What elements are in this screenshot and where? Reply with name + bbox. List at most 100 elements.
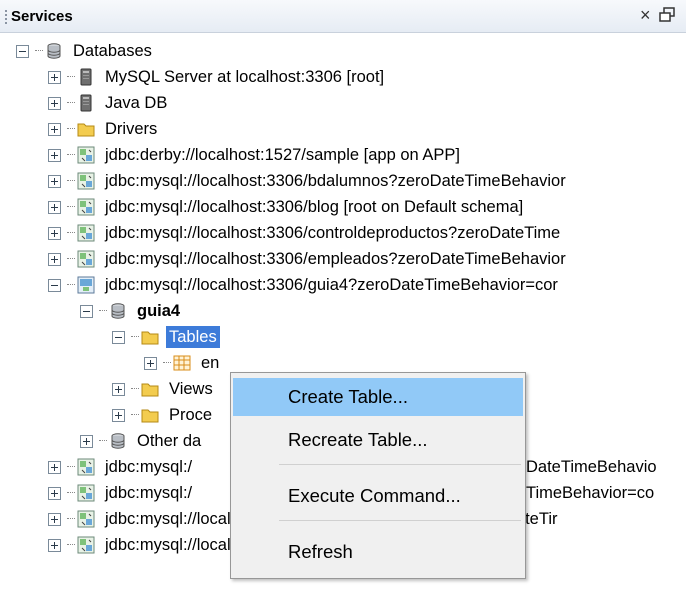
expand-toggle-icon[interactable] [112,408,125,422]
tree-node-label: jdbc:mysql://localhost:3306/blog [root o… [105,198,524,216]
tree-node[interactable]: jdbc:mysql:/ TimeBehavior=co [48,480,654,506]
tree-node-label: jdbc:mysql:/ [105,484,193,502]
connection-icon [77,146,95,164]
connection-icon [77,172,95,190]
connection-icon [77,458,95,476]
tree-node-label-visible-part: TimeBehavior=co [526,484,655,502]
context-menu: Create Table... Recreate Table... Execut… [230,372,526,579]
tree-node-label: Java DB [105,94,168,112]
expand-toggle-icon[interactable] [48,538,61,552]
tree-node[interactable]: jdbc:derby://localhost:1527/sample [app … [48,142,460,168]
db-icon [109,432,127,450]
close-icon[interactable]: × [640,5,651,25]
recreate-table-menu-item[interactable]: Recreate Table... [233,421,523,459]
server-icon [77,94,95,112]
collapse-toggle-icon[interactable] [48,278,61,292]
refresh-menu-item[interactable]: Refresh [233,533,523,571]
connection-icon [77,536,95,554]
tree-node-label: jdbc:mysql://localhost:3306/guia4?zeroDa… [105,276,558,294]
tree-node[interactable]: jdbc:mysql://localhost:3306/controldepro… [48,220,560,246]
tree-connector [35,50,43,52]
tree-node[interactable]: Drivers [48,116,157,142]
tree-node-label: Proce [169,406,213,424]
tree-connector [67,76,75,78]
tree-connector [131,336,139,338]
db-icon [45,42,63,60]
tree-node[interactable]: Databases [16,38,152,64]
connection-icon [77,224,95,242]
expand-toggle-icon[interactable] [48,512,61,526]
folder-icon [141,380,159,398]
tree-node[interactable]: MySQL Server at localhost:3306 [root] [48,64,384,90]
folder-icon [141,406,159,424]
drag-grip-icon[interactable] [5,10,7,24]
collapse-toggle-icon[interactable] [112,330,125,344]
tree-node[interactable]: Tables [112,324,220,350]
create-table-menu-item[interactable]: Create Table... [233,378,523,416]
tree-node-label: Other da [137,432,202,450]
collapse-toggle-icon[interactable] [16,44,29,58]
tree-connector [67,128,75,130]
execute-command-menu-item[interactable]: Execute Command... [233,477,523,515]
tree-connector [131,388,139,390]
tree-node[interactable]: guia4 [80,298,180,324]
connection-active-icon [77,276,95,294]
tree-node[interactable]: en [144,350,219,376]
panel-title: Services [11,8,73,25]
connection-icon [77,250,95,268]
collapse-toggle-icon[interactable] [80,304,93,318]
server-icon [77,68,95,86]
tree-connector [67,518,75,520]
tree-node[interactable]: jdbc:mysql://localhost:3306/guia4?zeroDa… [48,272,558,298]
tree-node-label: jdbc:mysql://localhost:3306/empleados?ze… [105,250,566,268]
tree-node[interactable]: Proce [112,402,212,428]
expand-toggle-icon[interactable] [112,382,125,396]
tree-node[interactable]: jdbc:mysql://localhost:3306/bdalumnos?ze… [48,168,566,194]
expand-toggle-icon[interactable] [48,174,61,188]
connection-icon [77,484,95,502]
expand-toggle-icon[interactable] [144,356,157,370]
tree-node[interactable]: Views [112,376,213,402]
tree-connector [99,310,107,312]
tree-node[interactable]: Java DB [48,90,167,116]
connection-icon [77,510,95,528]
tree-connector [67,466,75,468]
tree-connector [131,414,139,416]
tree-connector [99,440,107,442]
tree-node-label: Drivers [105,120,158,138]
tree-connector [163,362,171,364]
tree-connector [67,492,75,494]
connection-icon [77,198,95,216]
expand-toggle-icon[interactable] [48,460,61,474]
tree-node-label: Tables [166,326,220,348]
tree-node[interactable]: jdbc:mysql:/ DateTimeBehavio [48,454,657,480]
expand-toggle-icon[interactable] [48,122,61,136]
expand-toggle-icon[interactable] [48,200,61,214]
tree-node[interactable]: Other da [80,428,201,454]
tree-connector [67,232,75,234]
expand-toggle-icon[interactable] [48,70,61,84]
expand-toggle-icon[interactable] [80,434,93,448]
expand-toggle-icon[interactable] [48,226,61,240]
expand-toggle-icon[interactable] [48,148,61,162]
tree-node[interactable]: jdbc:mysql://localhost:3306/blog [root o… [48,194,523,220]
tree-node-label: guia4 [137,302,181,320]
tree-node-label: en [201,354,220,372]
tree-connector [67,206,75,208]
tree-connector [67,544,75,546]
tree-node-label-visible-part: DateTimeBehavio [526,458,657,476]
services-panel-header: Services × [0,0,686,33]
folder-icon [77,120,95,138]
folder-icon [141,328,159,346]
tree-node[interactable]: jdbc:mysql://localhost:3306/empleados?ze… [48,246,566,272]
tree-node-label: MySQL Server at localhost:3306 [root] [105,68,385,86]
tree-connector [67,180,75,182]
tree-node-label: Views [169,380,213,398]
tree-node-label: jdbc:derby://localhost:1527/sample [app … [105,146,460,164]
tree-connector [67,102,75,104]
expand-toggle-icon[interactable] [48,252,61,266]
expand-toggle-icon[interactable] [48,96,61,110]
tree-node-label: Databases [73,42,152,60]
restore-window-icon[interactable] [659,7,677,23]
expand-toggle-icon[interactable] [48,486,61,500]
